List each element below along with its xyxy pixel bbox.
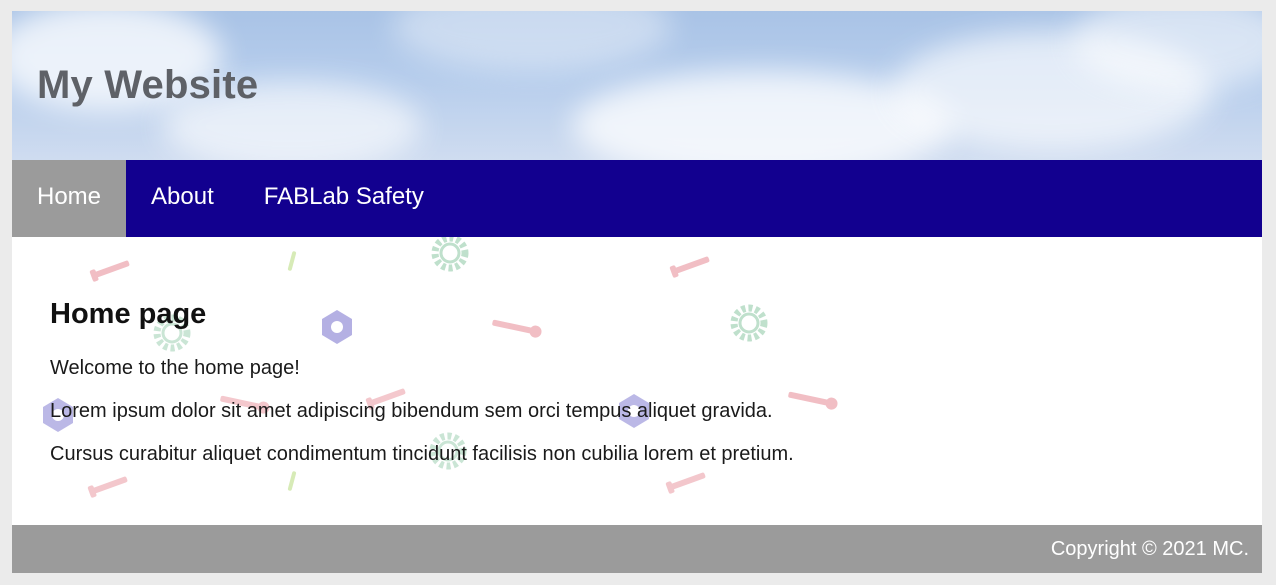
screw-icon: [87, 476, 128, 498]
nav-item-about[interactable]: About: [126, 160, 239, 237]
pin-icon: [287, 471, 297, 491]
site-footer: Copyright © 2021 MC.: [12, 525, 1262, 573]
screw-icon: [665, 472, 706, 494]
page-container: My Website Home About FABLab Safety Home…: [12, 11, 1262, 573]
nav-item-fablab-safety[interactable]: FABLab Safety: [239, 160, 449, 237]
nav-item-home[interactable]: Home: [12, 160, 127, 237]
paragraph-cursus: Cursus curabitur aliquet condimentum tin…: [50, 443, 794, 465]
paragraph-welcome: Welcome to the home page!: [50, 357, 300, 379]
main-content: Home page Welcome to the home page! Lore…: [12, 237, 1262, 525]
gear-icon: [431, 237, 469, 272]
gear-icon: [730, 304, 768, 342]
copyright-text: Copyright © 2021 MC.: [1050, 538, 1249, 560]
wrench-icon: [492, 319, 542, 338]
pin-icon: [287, 251, 297, 271]
header-cloud: [392, 11, 672, 71]
site-header: My Website: [12, 11, 1262, 160]
page-heading: Home page: [50, 298, 207, 330]
hex-nut-icon: [322, 310, 352, 344]
site-title[interactable]: My Website: [37, 63, 258, 108]
tools-background-pattern: [43, 237, 838, 498]
screw-icon: [89, 260, 130, 282]
paragraph-lorem: Lorem ipsum dolor sit amet adipiscing bi…: [50, 400, 773, 422]
main-nav: Home About FABLab Safety: [12, 160, 1262, 237]
wrench-icon: [788, 391, 838, 410]
screw-icon: [669, 256, 710, 278]
